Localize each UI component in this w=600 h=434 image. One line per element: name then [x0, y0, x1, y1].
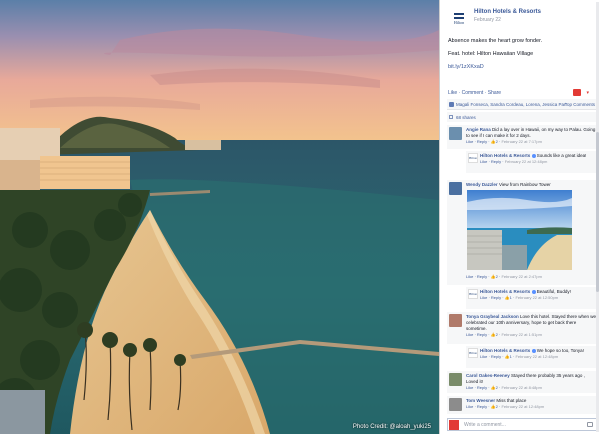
like-icon: [449, 101, 454, 107]
shares-bar[interactable]: 68 shares: [447, 112, 597, 122]
avatar[interactable]: [449, 398, 462, 411]
comment-photo[interactable]: [467, 190, 572, 270]
hilton-logo-icon: [454, 13, 464, 19]
comment-input[interactable]: Write a comment...: [447, 418, 597, 431]
comment-time[interactable]: February 22 at 1:51pm: [501, 332, 541, 337]
logo-text: Hilton: [453, 20, 465, 25]
comment: Angie Rana Did a lay over in Hawaii, on …: [447, 125, 597, 149]
commenter-name[interactable]: Tom Weesner: [466, 398, 495, 403]
like-count: 2: [495, 139, 498, 144]
like-count: 2: [495, 274, 498, 279]
page-name-link[interactable]: Hilton Hotels & Resorts: [474, 9, 541, 15]
shares-count[interactable]: 68 shares: [456, 115, 476, 120]
commenter-name[interactable]: Carol Oakes-Reeney: [466, 373, 510, 378]
post-line-1: Absence makes the heart grow fonder.: [448, 38, 543, 44]
message-badge-icon[interactable]: [573, 89, 581, 96]
post-link[interactable]: bit.ly/1zXKxaD: [448, 64, 596, 71]
page-avatar[interactable]: Hilton: [449, 9, 469, 29]
reply-time[interactable]: February 22 at 12:50pm: [515, 295, 558, 300]
photo-credit: Photo Credit: @aloah_yuki25: [352, 424, 431, 430]
reply-time[interactable]: February 22 at 12:48pm: [505, 159, 548, 164]
likes-bar[interactable]: Magali Fonseca, Sandra Cordeau, Lorena, …: [447, 99, 597, 110]
verified-icon: [531, 153, 536, 158]
comment: Tonya Graybeal Jackson Love this hotel. …: [447, 312, 597, 344]
comment-actions[interactable]: Like · Reply ·: [466, 139, 491, 144]
post-date[interactable]: February 22: [474, 17, 501, 23]
comment-text: View from Rainbow Tower: [498, 182, 551, 187]
comment-time[interactable]: February 22 at 7:17pm: [501, 139, 541, 144]
post-line-2: Feat. hotel: Hilton Hawaiian Village: [448, 51, 534, 57]
comment-actions[interactable]: Like · Reply ·: [466, 404, 491, 409]
scrollbar[interactable]: [596, 2, 599, 432]
post-text: Absence makes the heart grow fonder. Fea…: [448, 38, 596, 77]
comment: Carol Oakes-Reeney Stayed there probably…: [447, 371, 597, 393]
user-avatar: [449, 420, 459, 430]
rainbow-tower-view-image: [467, 190, 572, 270]
like-count: 2: [495, 385, 498, 390]
like-count: 1: [509, 354, 512, 359]
commenter-name[interactable]: Wendy Dazzler: [466, 182, 498, 187]
post-header: Hilton Hilton Hotels & Resorts February …: [440, 0, 600, 30]
like-count: 2: [495, 404, 498, 409]
comment: Tom Weesner Miss that place Like · Reply…: [447, 396, 597, 414]
reply-author[interactable]: Hilton Hotels & Resorts: [480, 153, 530, 158]
commenter-name[interactable]: Angie Rana: [466, 127, 491, 132]
comment-text: Miss that place: [496, 398, 527, 403]
reply-text: We hope so too, Tonya!: [536, 348, 584, 353]
chevron-down-icon[interactable]: ▾: [586, 90, 589, 96]
reply-time[interactable]: February 22 at 12:48pm: [515, 354, 558, 359]
like-count: 1: [509, 295, 512, 300]
reply: Hilton Hilton Hotels & Resorts Beautiful…: [466, 287, 597, 309]
like-count: 2: [495, 332, 498, 337]
comment-time[interactable]: February 22 at 12:48pm: [501, 404, 544, 409]
likes-text[interactable]: Magali Fonseca, Sandra Cordeau, Lorena, …: [456, 102, 566, 107]
reply-actions[interactable]: Like · Reply ·: [480, 354, 505, 359]
reply-author[interactable]: Hilton Hotels & Resorts: [480, 289, 530, 294]
scrollbar-thumb[interactable]: [596, 132, 599, 292]
reply-author[interactable]: Hilton Hotels & Resorts: [480, 348, 530, 353]
avatar[interactable]: [449, 182, 462, 195]
reply-actions[interactable]: Like · Reply ·: [480, 159, 505, 164]
reply: Hilton Hilton Hotels & Resorts We hope s…: [466, 346, 597, 368]
comment-actions[interactable]: Like · Reply ·: [466, 385, 491, 390]
top-comments-select[interactable]: Top Comments: [565, 102, 595, 107]
waikiki-beach-photo: [0, 0, 439, 434]
avatar[interactable]: [449, 373, 462, 386]
verified-icon: [531, 348, 536, 353]
post-actions[interactable]: Like · Comment · Share: [448, 90, 501, 96]
comment-actions[interactable]: Like · Reply ·: [466, 274, 491, 279]
reply-actions[interactable]: Like · Reply ·: [480, 295, 505, 300]
comment-time[interactable]: February 22 at 2:47pm: [501, 274, 541, 279]
comment-time[interactable]: February 22 at 8:48pm: [501, 385, 541, 390]
avatar[interactable]: [449, 127, 462, 140]
comment-actions[interactable]: Like · Reply ·: [466, 332, 491, 337]
page-reply-avatar[interactable]: Hilton: [468, 348, 478, 358]
main-photo[interactable]: Photo Credit: @aloah_yuki25: [0, 0, 439, 434]
share-icon: [449, 115, 453, 119]
page-reply-avatar[interactable]: Hilton: [468, 289, 478, 299]
reply-text: Sounds like a great idea!: [536, 153, 587, 158]
verified-icon: [531, 289, 536, 294]
comment-placeholder: Write a comment...: [464, 421, 506, 428]
page-reply-avatar[interactable]: Hilton: [468, 153, 478, 163]
reply: Hilton Hilton Hotels & Resorts Sounds li…: [466, 151, 597, 173]
commenter-name[interactable]: Tonya Graybeal Jackson: [466, 314, 519, 319]
reply-text: Beautiful, Buddy!: [536, 289, 571, 294]
avatar[interactable]: [449, 314, 462, 327]
camera-icon[interactable]: [587, 422, 593, 427]
